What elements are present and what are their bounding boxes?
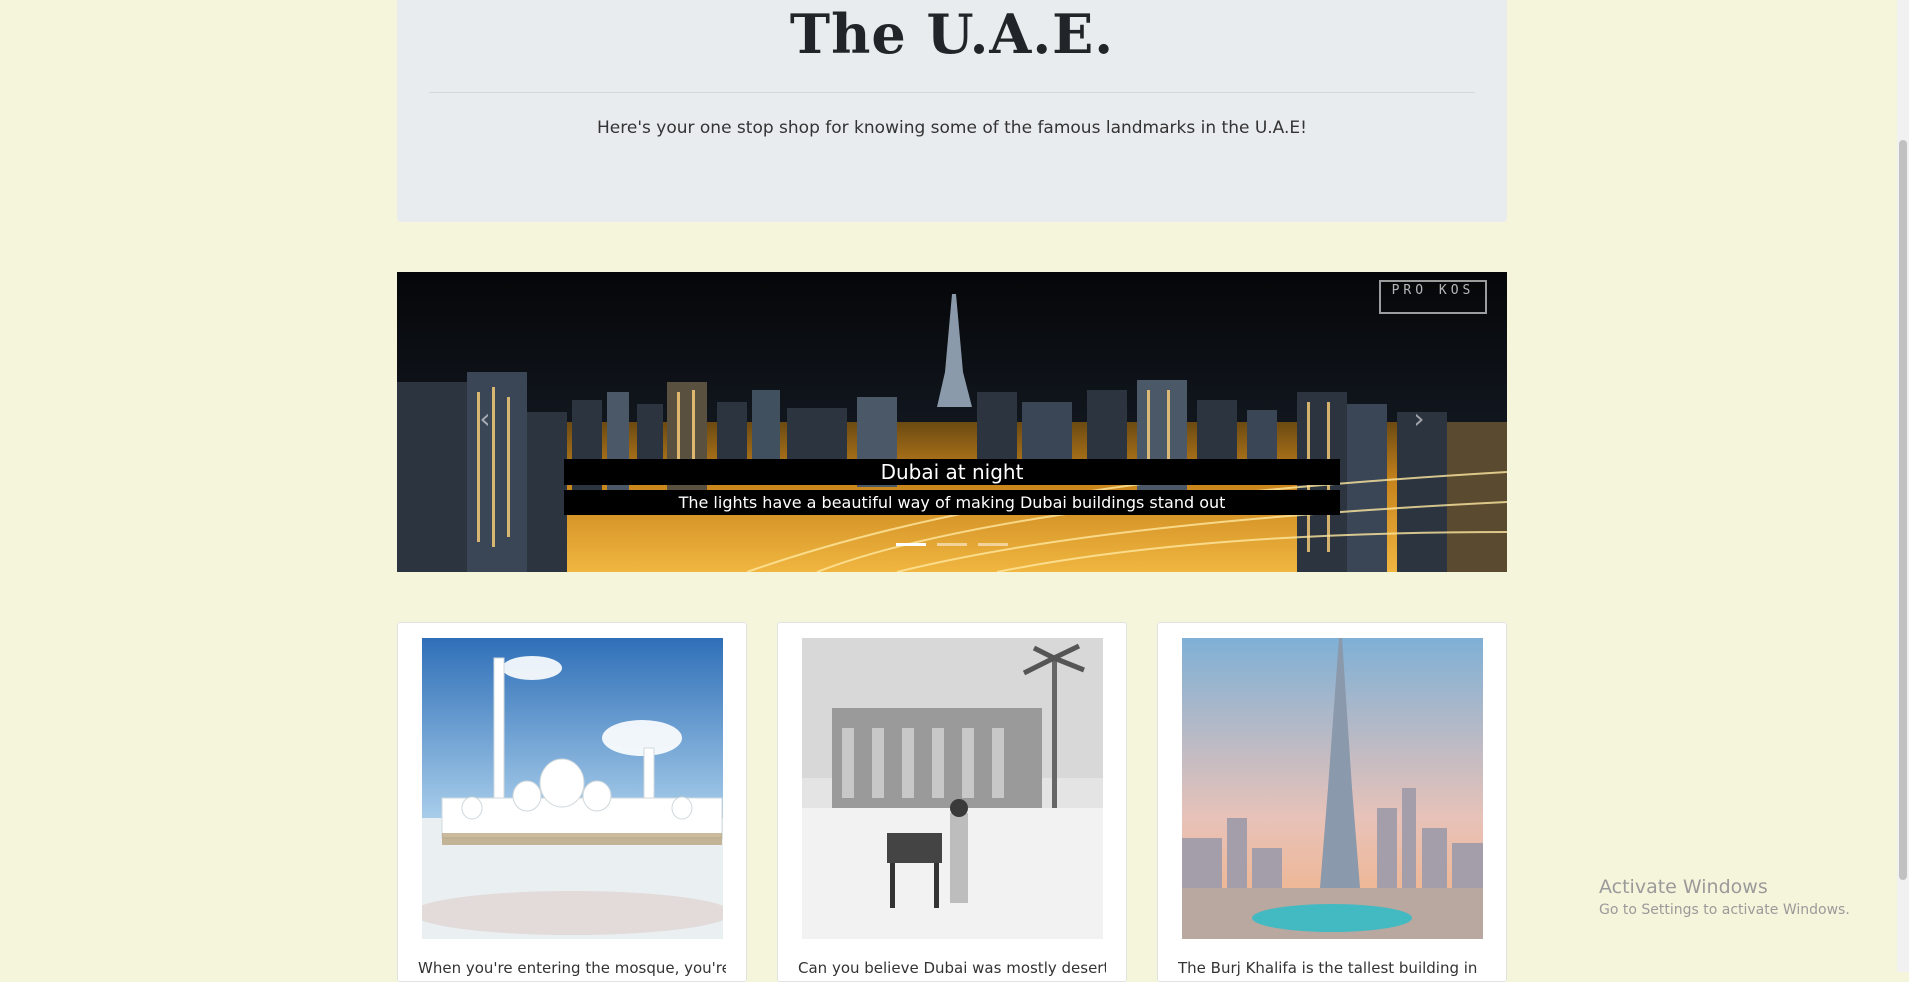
- activate-title: Activate Windows: [1599, 876, 1768, 898]
- vertical-scrollbar[interactable]: [1897, 0, 1909, 972]
- dubai-night-photo: [397, 272, 1507, 572]
- jumbotron: The U.A.E. Here's your one stop shop for…: [397, 0, 1507, 222]
- chevron-right-icon: ›: [1413, 402, 1425, 435]
- slide-caption: The lights have a beautiful way of makin…: [564, 490, 1340, 515]
- card-old-dubai: Can you believe Dubai was mostly desert: [777, 622, 1127, 982]
- card-text: Can you believe Dubai was mostly desert: [798, 959, 1106, 977]
- old-dubai-desert-photo: [802, 638, 1103, 939]
- card-grand-mosque: When you're entering the mosque, you're: [397, 622, 747, 982]
- burj-khalifa-photo: [1182, 638, 1483, 939]
- activate-windows-notice: Activate Windows Go to Settings to activ…: [1599, 876, 1850, 918]
- carousel-indicator[interactable]: [937, 543, 967, 546]
- card-burj-khalifa: The Burj Khalifa is the tallest building…: [1157, 622, 1507, 982]
- slide-title: Dubai at night: [564, 459, 1340, 485]
- carousel-indicator[interactable]: [978, 543, 1009, 546]
- card-text: When you're entering the mosque, you're: [418, 959, 726, 977]
- carousel-next-button[interactable]: ›: [1399, 402, 1439, 435]
- card-text: The Burj Khalifa is the tallest building…: [1178, 959, 1478, 977]
- divider: [429, 92, 1475, 93]
- activate-subtitle: Go to Settings to activate Windows.: [1599, 902, 1850, 918]
- carousel[interactable]: PRO KOS ‹ › Dubai at night The lights ha…: [397, 272, 1507, 572]
- page-title: The U.A.E.: [789, 2, 1115, 66]
- chevron-left-icon: ‹: [479, 402, 491, 435]
- carousel-indicator[interactable]: [895, 543, 926, 546]
- grand-mosque-photo: [422, 638, 723, 939]
- carousel-indicators: [397, 531, 1507, 550]
- lead-text: Here's your one stop shop for knowing so…: [597, 118, 1307, 138]
- watermark-logo: PRO KOS: [1379, 280, 1487, 314]
- carousel-prev-button[interactable]: ‹: [465, 402, 505, 435]
- scrollbar-thumb[interactable]: [1899, 140, 1907, 880]
